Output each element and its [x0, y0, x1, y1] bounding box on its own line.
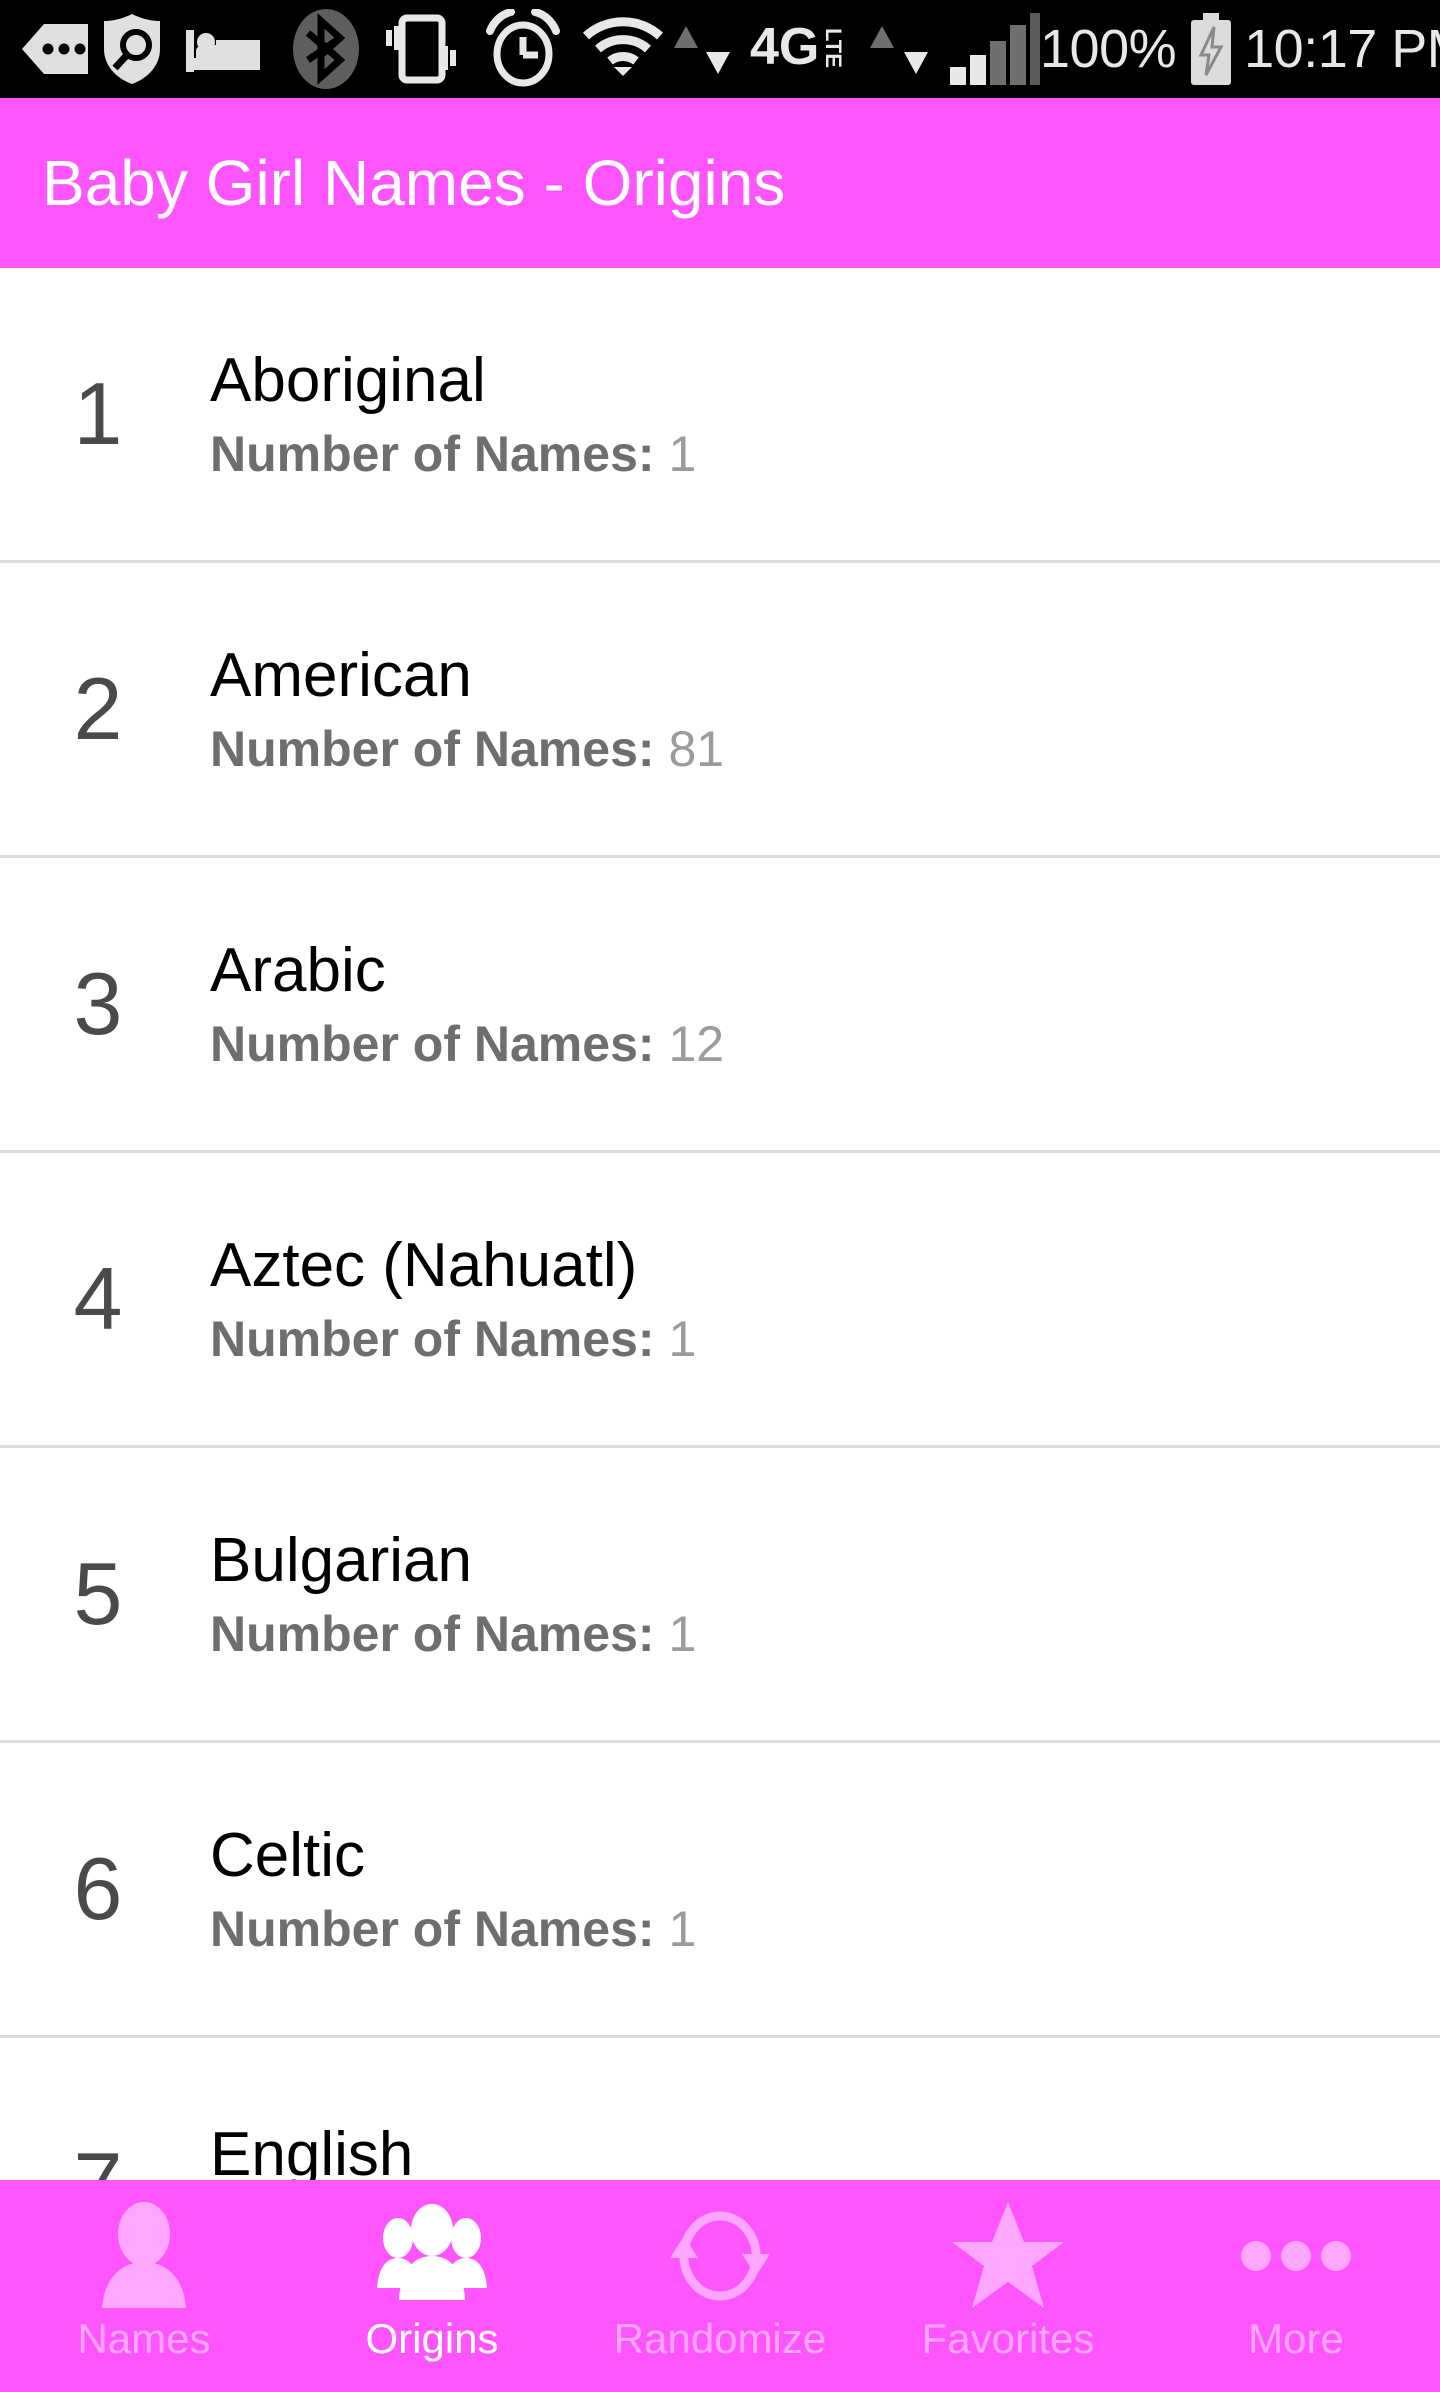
count-value: 1	[668, 1606, 697, 1663]
tab-label: More	[1248, 2315, 1344, 2362]
alarm-clock-icon	[478, 9, 568, 89]
origin-count: Number of Names: 81	[210, 722, 1440, 777]
count-label: Number of Names:	[210, 1311, 655, 1368]
origin-name: Aztec (Nahuatl)	[210, 1230, 644, 1305]
row-content: Aboriginal Number of Names: 1	[196, 345, 1440, 482]
origin-count: Number of Names: 1	[210, 1902, 1440, 1957]
origin-name: Celtic	[210, 1820, 372, 1895]
count-value: 1	[668, 1311, 697, 1368]
tab-label: Origins	[365, 2315, 499, 2362]
app-screen: 4G LTE 100% 10:17 P Baby Girl Names - Or…	[0, 0, 1440, 2392]
list-item[interactable]: 2 American Number of Names: 81	[0, 563, 1440, 858]
speech-bubble-dots-icon	[18, 18, 96, 80]
origin-name: American	[210, 640, 478, 715]
count-value: 12	[668, 1016, 725, 1073]
clock-label: 10:17 PM	[1244, 19, 1440, 79]
count-label: Number of Names:	[210, 1901, 655, 1958]
list-item[interactable]: 3 Arabic Number of Names: 12	[0, 858, 1440, 1153]
origins-list[interactable]: 1 Aboriginal Number of Names: 1 2 Americ…	[0, 268, 1440, 2392]
row-content: Aztec (Nahuatl) Number of Names: 1	[196, 1230, 1440, 1367]
tab-label: Randomize	[613, 2315, 827, 2362]
count-label: Number of Names:	[210, 1016, 655, 1073]
row-index: 2	[73, 659, 123, 758]
count-label: Number of Names:	[210, 1606, 655, 1663]
people-group-icon	[376, 2198, 488, 2314]
origin-count: Number of Names: 12	[210, 1017, 1440, 1072]
origin-name: Bulgarian	[210, 1525, 478, 1600]
count-label: Number of Names:	[210, 426, 655, 483]
list-item[interactable]: 4 Aztec (Nahuatl) Number of Names: 1	[0, 1153, 1440, 1448]
tab-label: Favorites	[921, 2315, 1095, 2362]
row-content: Arabic Number of Names: 12	[196, 935, 1440, 1072]
tab-favorites[interactable]: Favorites	[864, 2180, 1152, 2392]
tab-names[interactable]: Names	[0, 2180, 288, 2392]
list-item[interactable]: 5 Bulgarian Number of Names: 1	[0, 1448, 1440, 1743]
list-item[interactable]: 1 Aboriginal Number of Names: 1	[0, 268, 1440, 563]
row-index: 3	[73, 954, 123, 1053]
origin-count: Number of Names: 1	[210, 1607, 1440, 1662]
tab-label: Names	[77, 2315, 211, 2362]
star-icon	[950, 2198, 1066, 2314]
battery-percent-label: 100%	[1040, 19, 1177, 79]
status-bar-left-icons: 4G LTE	[18, 7, 1040, 91]
row-index: 5	[73, 1544, 123, 1643]
page-title: Baby Girl Names - Origins	[42, 147, 786, 219]
list-item[interactable]: 6 Celtic Number of Names: 1	[0, 1743, 1440, 2038]
signal-bars-icon	[948, 13, 1040, 85]
row-index: 6	[73, 1839, 123, 1938]
shield-search-icon	[96, 11, 168, 87]
tab-more[interactable]: More	[1152, 2180, 1440, 2392]
bottom-tab-bar: Names Origins Randomize Favorites More	[0, 2180, 1440, 2392]
count-label: Number of Names:	[210, 721, 655, 778]
origin-count: Number of Names: 1	[210, 1312, 1440, 1367]
battery-charging-icon	[1188, 13, 1234, 85]
tab-randomize[interactable]: Randomize	[576, 2180, 864, 2392]
4g-lte-icon: 4G LTE	[750, 16, 862, 82]
status-bar: 4G LTE 100% 10:17 P	[0, 0, 1440, 98]
count-value: 81	[668, 721, 725, 778]
row-content: Bulgarian Number of Names: 1	[196, 1525, 1440, 1662]
row-index: 1	[73, 364, 123, 463]
row-content: American Number of Names: 81	[196, 640, 1440, 777]
row-content: Celtic Number of Names: 1	[196, 1820, 1440, 1957]
svg-text:4G: 4G	[750, 18, 819, 76]
person-icon	[92, 2198, 196, 2314]
row-index: 4	[73, 1249, 123, 1348]
bed-icon	[180, 18, 266, 80]
status-bar-right: 100% 10:17 PM	[1040, 13, 1440, 85]
vibrate-icon	[376, 8, 466, 90]
bluetooth-icon	[288, 7, 364, 91]
origin-name: Arabic	[210, 935, 392, 1010]
wifi-icon	[580, 14, 666, 84]
origin-name: Aboriginal	[210, 345, 492, 420]
origin-count: Number of Names: 1	[210, 427, 1440, 482]
refresh-cycle-icon	[664, 2198, 776, 2314]
count-value: 1	[668, 1901, 697, 1958]
count-value: 1	[668, 426, 697, 483]
svg-text:LTE: LTE	[821, 28, 846, 68]
app-header: Baby Girl Names - Origins	[0, 98, 1440, 268]
tab-origins[interactable]: Origins	[288, 2180, 576, 2392]
data-transfer-icon	[666, 22, 738, 76]
data-transfer-icon-2	[862, 22, 936, 76]
ellipsis-icon	[1240, 2198, 1352, 2314]
